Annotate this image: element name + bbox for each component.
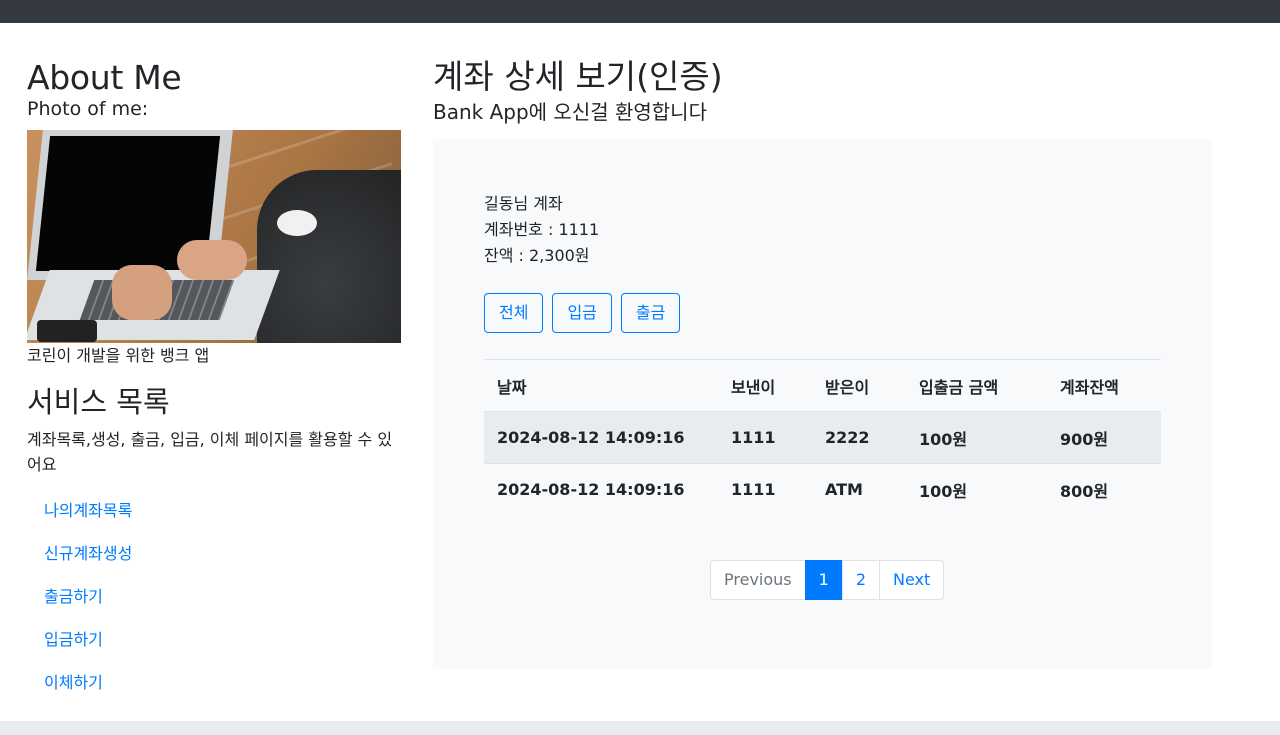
account-detail-panel: 길동님 계좌 계좌번호 : 1111 잔액 : 2,300원 전체 입금 출금 …: [433, 139, 1212, 669]
nav-link-transfer[interactable]: 이체하기: [27, 667, 401, 710]
top-navbar: [0, 0, 1280, 23]
nav-link-new-account[interactable]: 신규계좌생성: [27, 538, 401, 581]
photo-caption: 코린이 개발을 위한 뱅크 앱: [27, 346, 210, 365]
filter-all-button[interactable]: 전체: [484, 293, 544, 333]
header-sender: 보낸이: [718, 359, 812, 412]
services-title: 서비스 목록: [27, 385, 170, 419]
subtitle-app-name: Bank App: [433, 100, 529, 124]
subtitle-welcome: 에 오신걸 환영합니다: [528, 100, 707, 124]
header-date: 날짜: [484, 359, 718, 412]
pagination: Previous 1 2 Next: [710, 560, 945, 600]
table-row: 2024-08-12 14:09:16 1111 2222 100원 900원: [484, 411, 1161, 464]
cell-sender: 1111: [718, 411, 812, 464]
filter-deposit-button[interactable]: 입금: [552, 293, 612, 333]
nav-link-deposit[interactable]: 입금하기: [27, 624, 401, 667]
cell-date: 2024-08-12 14:09:16: [484, 463, 718, 516]
account-info: 길동님 계좌 계좌번호 : 1111 잔액 : 2,300원: [484, 191, 599, 269]
cell-balance: 800원: [1047, 463, 1161, 516]
sidebar: About Me Photo of me: 코린이 개발을 위한 뱅크 앱 서비…: [27, 58, 401, 710]
table-header-row: 날짜 보낸이 받은이 입출금 금액 계좌잔액: [484, 359, 1161, 412]
footer-bar: [0, 721, 1280, 735]
nav-link-account-list[interactable]: 나의계좌목록: [27, 495, 401, 538]
pagination-next[interactable]: Next: [879, 560, 945, 600]
account-number: 계좌번호 : 1111: [484, 220, 600, 239]
page-title: 계좌 상세 보기(인증): [433, 57, 723, 96]
filter-withdraw-button[interactable]: 출금: [620, 293, 681, 333]
table-row: 2024-08-12 14:09:16 1111 ATM 100원 800원: [484, 463, 1161, 516]
pagination-page-1[interactable]: 1: [804, 560, 843, 600]
cell-amount: 100원: [906, 411, 1047, 464]
cell-amount: 100원: [906, 463, 1047, 516]
account-owner: 길동님 계좌: [484, 194, 563, 213]
pagination-previous[interactable]: Previous: [710, 560, 806, 600]
header-balance: 계좌잔액: [1047, 359, 1161, 412]
account-balance: 잔액 : 2,300원: [484, 246, 590, 265]
photo-label: Photo of me:: [27, 98, 149, 120]
cell-receiver: ATM: [812, 463, 906, 516]
nav-link-withdraw[interactable]: 출금하기: [27, 581, 401, 624]
sidebar-title: About Me: [27, 58, 182, 97]
main-content: 계좌 상세 보기(인증) Bank App에 오신걸 환영합니다 길동님 계좌 …: [433, 55, 1212, 669]
header-receiver: 받은이: [812, 359, 906, 412]
header-amount: 입출금 금액: [906, 359, 1047, 412]
cell-balance: 900원: [1047, 411, 1161, 464]
filter-buttons: 전체 입금 출금: [484, 293, 681, 333]
transaction-table: 날짜 보낸이 받은이 입출금 금액 계좌잔액 2024-08-12 14:09:…: [484, 359, 1161, 516]
page-subtitle: Bank App에 오신걸 환영합니다: [433, 99, 1212, 125]
cell-receiver: 2222: [812, 411, 906, 464]
services-nav: 나의계좌목록 신규계좌생성 출금하기 입금하기 이체하기: [27, 495, 401, 710]
cell-sender: 1111: [718, 463, 812, 516]
pagination-page-2[interactable]: 2: [841, 560, 880, 600]
services-description: 계좌목록,생성, 출금, 입금, 이체 페이지를 활용할 수 있어요: [27, 430, 393, 474]
cell-date: 2024-08-12 14:09:16: [484, 411, 718, 464]
profile-photo: [27, 130, 401, 343]
